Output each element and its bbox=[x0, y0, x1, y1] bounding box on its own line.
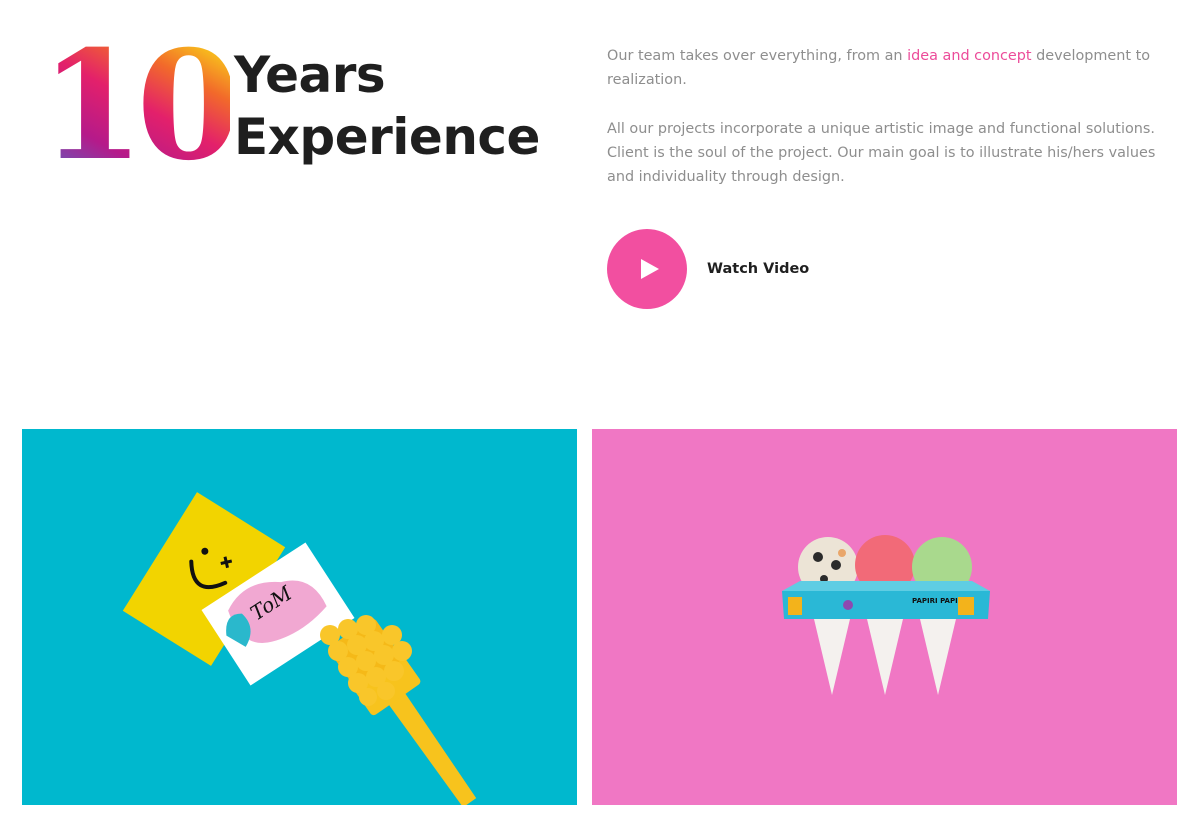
hero-number-text: 10 bbox=[40, 30, 230, 170]
play-button[interactable] bbox=[607, 229, 687, 309]
watch-video-button[interactable]: Watch Video bbox=[607, 229, 809, 309]
portfolio-tile-packaging[interactable]: PAPIRI PAPIRI bbox=[592, 429, 1177, 805]
hero-number: 10 bbox=[40, 30, 230, 170]
watch-video-label[interactable]: Watch Video bbox=[707, 261, 809, 277]
play-icon bbox=[641, 259, 659, 279]
intro-p1-before: Our team takes over everything, from an bbox=[607, 48, 908, 64]
tray-brand-text: PAPIRI PAPIRI bbox=[912, 597, 966, 605]
hero-title: Years Experience bbox=[234, 44, 540, 168]
packaging-image: PAPIRI PAPIRI bbox=[782, 535, 990, 695]
intro-paragraph-1: Our team takes over everything, from an … bbox=[607, 44, 1167, 92]
branding-image: ToM bbox=[122, 492, 477, 805]
intro-text: Our team takes over everything, from an … bbox=[607, 44, 1167, 214]
intro-paragraph-2: All our projects incorporate a unique ar… bbox=[607, 121, 1156, 185]
portfolio-tile-branding[interactable]: ToM bbox=[22, 429, 577, 805]
intro-highlight-link[interactable]: idea and concept bbox=[907, 48, 1031, 64]
hero-title-line1: Years bbox=[234, 46, 386, 104]
hero-title-line2: Experience bbox=[234, 108, 540, 166]
